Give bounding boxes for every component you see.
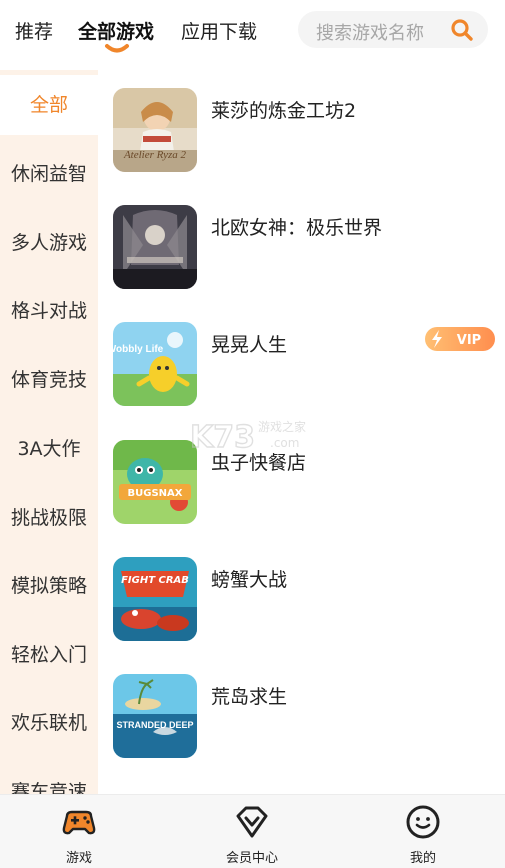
search-input[interactable]: 搜索游戏名称 (298, 11, 488, 48)
vip-label: VIP (457, 333, 481, 348)
game-list-item[interactable]: 北欧女神：极乐世界 (113, 205, 503, 289)
sidebar-item-fighting[interactable]: 格斗对战 (0, 281, 98, 341)
game-list-item[interactable]: FIGHT CRAB 螃蟹大战 (113, 557, 503, 641)
game-list-item[interactable]: Atelier Ryza 2 莱莎的炼金工坊2 (113, 88, 503, 172)
bottom-nav: 游戏 会员中心 我的 (0, 794, 505, 868)
tab-app-download[interactable]: 应用下载 (181, 17, 257, 44)
game-cover: Wobbly Life (113, 322, 197, 406)
diamond-icon (236, 806, 268, 838)
game-cover: FIGHT CRAB (113, 557, 197, 641)
game-list-item[interactable]: Wobbly Life 晃晃人生 VIP (113, 322, 503, 406)
search-icon[interactable] (450, 18, 474, 42)
top-tab-bar: 推荐 全部游戏 应用下载 搜索游戏名称 (0, 0, 505, 62)
sidebar-item-simulation[interactable]: 模拟策略 (0, 556, 98, 616)
nav-label: 会员中心 (225, 851, 278, 866)
sidebar-item-multiplayer[interactable]: 多人游戏 (0, 213, 98, 273)
game-name: 螃蟹大战 (211, 569, 288, 591)
category-sidebar: 全部 休闲益智 多人游戏 格斗对战 体育竞技 3A大作 挑战极限 模拟策略 轻松… (0, 70, 98, 794)
cover-title: Atelier Ryza 2 (123, 149, 187, 161)
sidebar-item-sports[interactable]: 体育竞技 (0, 350, 98, 410)
sidebar-item-3a[interactable]: 3A大作 (0, 419, 98, 479)
game-cover: Atelier Ryza 2 (113, 88, 197, 172)
sidebar-item-coop[interactable]: 欢乐联机 (0, 693, 98, 753)
nav-member-center[interactable]: 会员中心 (192, 795, 312, 868)
game-name: 荒岛求生 (211, 686, 288, 708)
svg-text:K73: K73 (190, 420, 255, 455)
vip-badge: VIP (425, 327, 495, 351)
nav-games[interactable]: 游戏 (19, 795, 139, 868)
k73-watermark: K73 游戏之家 .com (189, 419, 306, 455)
game-cover: BUGSNAX (113, 440, 197, 524)
game-name: 晃晃人生 (211, 334, 288, 356)
smiley-icon (406, 805, 440, 839)
game-cover: STRANDED DEEP (113, 674, 197, 758)
sidebar-item-extreme[interactable]: 挑战极限 (0, 488, 98, 548)
tab-all-games[interactable]: 全部游戏 (78, 17, 154, 44)
nav-label: 我的 (409, 851, 436, 866)
search-placeholder: 搜索游戏名称 (316, 23, 424, 44)
svg-text:.com: .com (270, 436, 299, 450)
nav-mine[interactable]: 我的 (363, 795, 483, 868)
svg-text:游戏之家: 游戏之家 (258, 419, 306, 434)
sidebar-item-casual-puzzle[interactable]: 休闲益智 (0, 144, 98, 204)
game-list-item[interactable]: STRANDED DEEP 荒岛求生 (113, 674, 503, 758)
sidebar-item-easy[interactable]: 轻松入门 (0, 625, 98, 685)
game-cover (113, 205, 197, 289)
game-name: 北欧女神：极乐世界 (211, 217, 383, 239)
sidebar-item-all[interactable]: 全部 (0, 75, 98, 135)
cover-title: FIGHT CRAB (121, 575, 189, 586)
gamepad-icon (62, 810, 96, 835)
sidebar-item-racing[interactable]: 赛车竞速 (0, 762, 98, 794)
active-tab-indicator (105, 44, 129, 53)
nav-label: 游戏 (65, 851, 92, 866)
cover-title: BUGSNAX (128, 488, 183, 499)
game-name: 莱莎的炼金工坊2 (211, 100, 357, 122)
cover-title: Wobbly Life (113, 344, 164, 355)
tab-recommend[interactable]: 推荐 (15, 17, 53, 44)
cover-title: STRANDED DEEP (116, 720, 193, 730)
